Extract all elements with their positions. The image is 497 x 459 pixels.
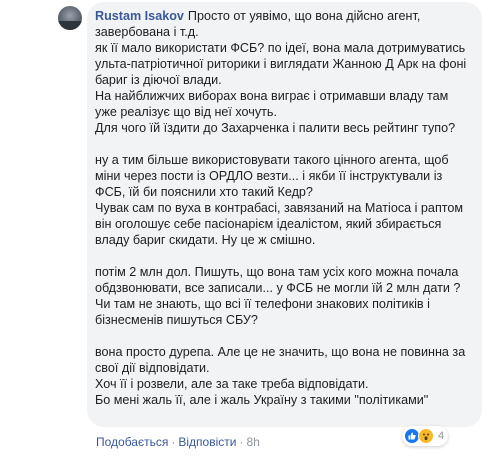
reaction-count: 4 (438, 430, 445, 442)
reactions-summary[interactable]: 4 (402, 426, 449, 446)
comment-paragraph: потім 2 млн дол. Пишуть, що вона там усі… (95, 265, 461, 327)
comment-paragraph: ну а тим більше використовувати такого ц… (95, 153, 464, 247)
reply-link[interactable]: Відповісти (178, 435, 236, 449)
wow-icon (418, 428, 434, 444)
like-link[interactable]: Подобається (96, 435, 168, 449)
separator: · (239, 435, 244, 449)
comment-actions: Подобається · Відповісти · 8h (96, 434, 260, 450)
comment-paragraph: вона просто дурепа. Але це не значить, щ… (95, 345, 466, 407)
avatar[interactable] (58, 6, 82, 30)
comment-bubble: Rustam Isakov Просто от уявімо, що вона д… (87, 2, 482, 427)
separator: · (171, 435, 176, 449)
comment-text: Просто от уявімо, що вона дійсно агент, … (95, 9, 467, 135)
comment-author[interactable]: Rustam Isakov (95, 9, 184, 23)
comment-time[interactable]: 8h (246, 435, 259, 449)
comment-paragraph: Rustam Isakov Просто от уявімо, що вона д… (95, 8, 472, 136)
